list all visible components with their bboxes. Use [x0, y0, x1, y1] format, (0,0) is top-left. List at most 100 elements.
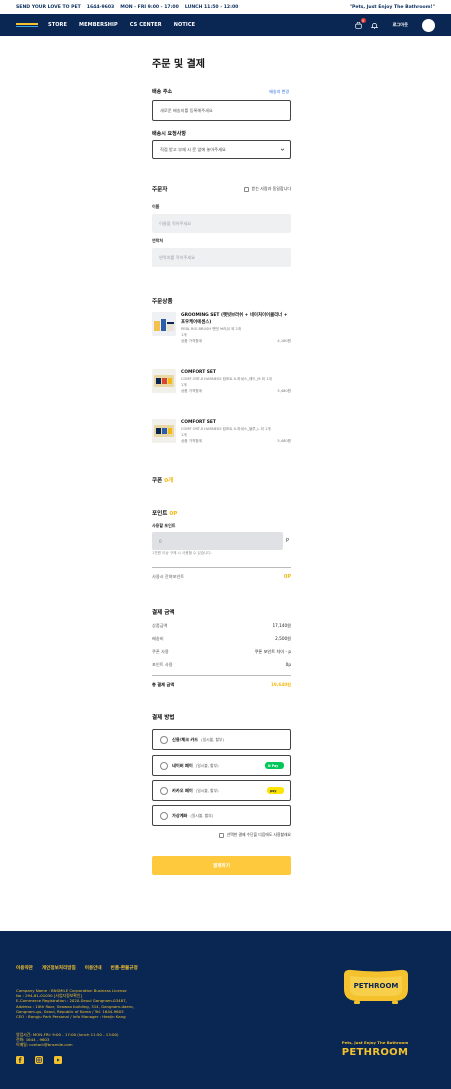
top-lunch: LUNCH 11:50 - 12:00	[184, 4, 239, 10]
payment-option-desc: (일시불, 할부)	[190, 812, 214, 818]
product-price-label: 상품 가격합계	[181, 439, 202, 443]
footer-tagline: Pets, Just Enjoy The Bathroom	[341, 1040, 409, 1045]
nav-cs-center[interactable]: CS CENTER	[130, 22, 162, 28]
summary-row-value: 0p	[285, 662, 291, 667]
save-payment-label: 선택한 결제 수단을 다음에도 사용할래요	[226, 832, 291, 837]
payment-option-desc: (일시불, 할부)	[201, 736, 224, 742]
payment-option-card[interactable]: 신용/체크 카드 (일시불, 할부)	[152, 729, 291, 750]
product-price: 5,480원	[277, 439, 291, 443]
product-image	[152, 369, 176, 393]
summary-row: 포인트 사용 0p	[152, 662, 291, 668]
avatar[interactable]	[422, 18, 435, 32]
top-slogan: "Pets, Just Enjoy The Bathroom!"	[349, 4, 435, 10]
summary-row-label: 상품금액	[152, 623, 168, 628]
payment-option-virtual-account[interactable]: 가상계좌 (일시불, 할부)	[152, 805, 291, 826]
name-input[interactable]: 이름을 적어주세요	[152, 214, 291, 233]
product-item: GROOMING SET (펫빗브러쉬 + 네이처이어클리너 + 포우케어에센스…	[152, 312, 291, 354]
nav-logo[interactable]	[16, 23, 38, 28]
product-image	[152, 419, 176, 443]
product-item: COMFORT SET COMF ORT-X HARNESS 컴포트 X-하네스…	[152, 419, 291, 461]
phone-label: 연락처	[152, 238, 164, 243]
change-address-link[interactable]: 배송지 변경	[269, 89, 289, 95]
points-hint: 1천원 이상 구매 시 사용할 수 있습니다.	[152, 551, 212, 555]
payment-option-desc: (일시불, 할부)	[195, 762, 219, 768]
points-unit: P	[286, 538, 290, 544]
footer-refund-link[interactable]: 반품·환불규정	[111, 965, 138, 971]
product-price: 4,180원	[277, 339, 291, 343]
footer-guide-link[interactable]: 이용안내	[85, 965, 102, 971]
points-label: 포인트	[152, 511, 168, 517]
nav-store[interactable]: STORE	[48, 22, 67, 28]
footer-company-info: Company Name : BNSMILE Corporation Busin…	[16, 988, 136, 1019]
pay-button[interactable]: 결제하기	[152, 856, 291, 875]
chevron-down-icon	[280, 147, 285, 153]
name-label: 이름	[152, 204, 160, 209]
total-label: 총 결제 금액	[152, 682, 175, 687]
summary-row-label: 쿠폰 사용	[152, 649, 169, 654]
logo-badge-text: PETHROOM	[353, 982, 399, 990]
cart-icon[interactable]: 0	[355, 18, 366, 29]
request-select[interactable]: 직접 받고 부재 시 문 앞에 놓아주세요	[152, 140, 291, 159]
summary-row: 쿠폰 사용 쿠폰 포인트 차이 - p	[152, 649, 291, 655]
same-as-recipient-checkbox[interactable]	[243, 186, 249, 192]
product-price: 5,480원	[277, 389, 291, 393]
coupon-count: 0개	[164, 478, 174, 484]
nav-links: STORE MEMBERSHIP CS CENTER NOTICE	[48, 22, 195, 28]
phone-input[interactable]: 연락처를 적어주세요	[152, 248, 291, 267]
nav-notice[interactable]: NOTICE	[174, 22, 195, 28]
radio-button[interactable]	[160, 811, 168, 820]
summary-title: 결제 금액	[152, 610, 175, 616]
nav-membership[interactable]: MEMBERSHIP	[79, 22, 118, 28]
remaining-points-value: 0P	[283, 574, 291, 580]
payment-option-name: 네이버 페이	[172, 762, 193, 768]
use-points-label: 사용할 포인트	[152, 523, 176, 528]
payment-option-naver-pay[interactable]: 네이버 페이 (일시불, 할부) N Pay	[152, 755, 291, 776]
instagram-icon[interactable]	[35, 1056, 43, 1064]
divider	[152, 567, 291, 568]
summary-row-value: 17,140원	[272, 623, 291, 628]
payment-option-name: 신용/체크 카드	[172, 736, 199, 742]
company-line: CEO : Bangju Park Personal / Info Manage…	[16, 1014, 126, 1020]
product-name: COMFORT SET	[181, 370, 216, 375]
payment-option-kakao-pay[interactable]: 카카오 페이 (일시불, 할부) pay	[152, 780, 291, 801]
radio-button[interactable]	[160, 761, 168, 770]
request-label: 배송시 요청사항	[152, 131, 186, 137]
logout-link[interactable]: 로그아웃	[393, 22, 408, 28]
radio-button[interactable]	[160, 735, 168, 744]
payment-option-desc: (일시불, 할부)	[195, 787, 219, 793]
coupon-row[interactable]: 쿠폰 0개	[152, 476, 173, 484]
address-input[interactable]: 새로운 배송지를 등록해주세요	[152, 100, 291, 121]
footer-privacy-link[interactable]: 개인정보처리방침	[42, 965, 76, 971]
top-phone: 1644-9603	[86, 4, 115, 10]
summary-row-value: 쿠폰 포인트 차이 - p	[254, 649, 291, 654]
product-name: COMFORT SET	[181, 420, 216, 425]
bell-icon[interactable]	[371, 21, 379, 29]
summary-row-label: 포인트 사용	[152, 662, 173, 667]
facebook-icon[interactable]	[16, 1056, 24, 1064]
divider	[152, 675, 291, 676]
summary-row-label: 배송비	[152, 636, 164, 641]
product-name: GROOMING SET (펫빗브러쉬 + 네이처이어클리너 + 포우케어에센스…	[181, 313, 288, 325]
product-item: COMFORT SET COMF ORT-X HARNESS 컴포트 X-하네스…	[152, 369, 291, 411]
footer-links: 이용약관 개인정보처리방침 이용안내 반품·환불규정	[16, 965, 138, 971]
save-payment-method[interactable]: 선택한 결제 수단을 다음에도 사용할래요	[218, 832, 291, 838]
kakao-pay-badge: pay	[267, 787, 284, 794]
points-input[interactable]: 0	[152, 532, 283, 550]
points-row: 포인트 0P	[152, 509, 177, 517]
same-as-recipient[interactable]: 받는 사람과 동일합니다	[243, 186, 291, 192]
products-title: 주문상품	[152, 299, 173, 305]
contact-line: 이메일: contact@bnsmile.com	[16, 1042, 73, 1048]
main-navbar: STORE MEMBERSHIP CS CENTER NOTICE 0 로그아웃	[0, 14, 451, 36]
radio-button[interactable]	[160, 786, 168, 795]
shipping-label: 배송 주소	[152, 89, 173, 95]
payment-option-name: 카카오 페이	[172, 787, 193, 793]
summary-row: 상품금액 17,140원	[152, 623, 291, 629]
top-info-left: SEND YOUR LOVE TO PET 1644-9603 MON - FR…	[16, 5, 238, 10]
youtube-icon[interactable]	[54, 1056, 62, 1064]
company-line: E-Commerce Registration : 2020-Seoul Gan…	[16, 998, 127, 1004]
footer-terms-link[interactable]: 이용약관	[16, 965, 33, 971]
save-payment-checkbox[interactable]	[218, 832, 224, 838]
total-value: 19,640원	[270, 682, 291, 687]
request-value: 직접 받고 부재 시 문 앞에 놓아주세요	[160, 146, 226, 152]
top-tagline: SEND YOUR LOVE TO PET	[16, 4, 81, 10]
